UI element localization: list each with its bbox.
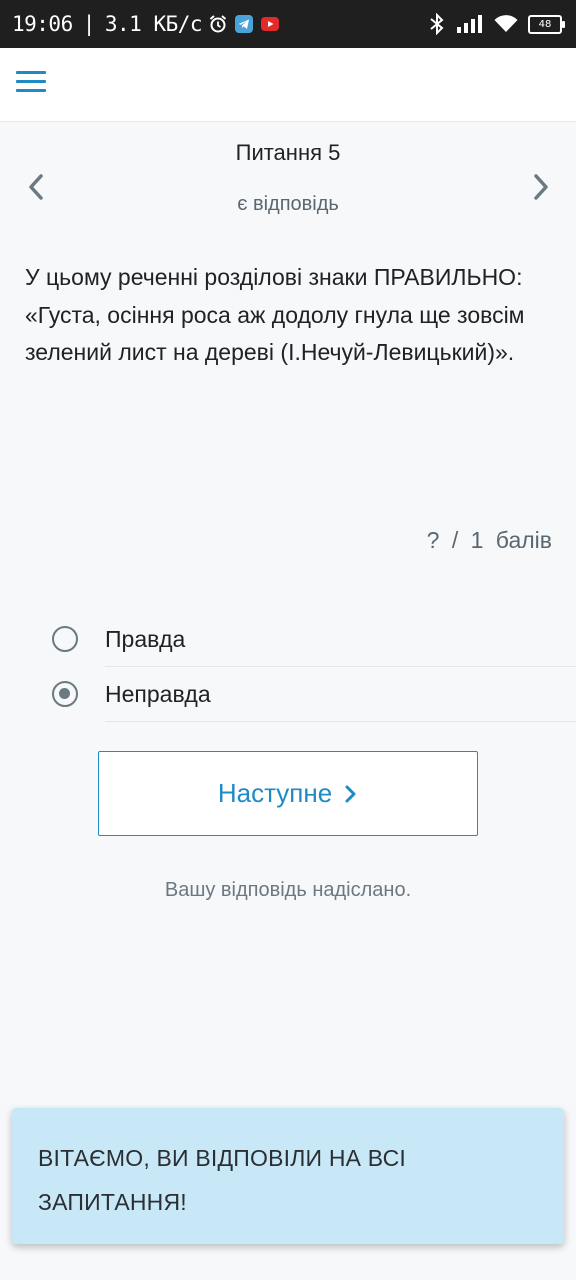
radio-button-icon[interactable] xyxy=(52,626,78,652)
option-true[interactable]: Правда xyxy=(50,612,576,667)
next-question-chevron-icon[interactable] xyxy=(525,172,555,202)
question-status: є відповідь xyxy=(237,193,339,215)
next-button[interactable]: Наступне xyxy=(98,751,478,836)
bluetooth-icon xyxy=(430,13,444,35)
hamburger-menu-icon[interactable] xyxy=(16,71,46,97)
question-points: ? / 1 балів xyxy=(426,527,552,553)
option-false[interactable]: Неправда xyxy=(50,667,576,722)
divider xyxy=(105,721,576,722)
signal-icon xyxy=(457,15,482,33)
question-text: У цьому реченні розділові знаки ПРАВИЛЬН… xyxy=(25,264,525,365)
status-bar-right: 48 xyxy=(428,13,565,35)
toast-text: ВІТАЄМО, ВИ ВІДПОВІЛИ НА ВСІ ЗАПИТАННЯ! xyxy=(38,1145,406,1215)
youtube-icon xyxy=(261,17,280,31)
option-label: Правда xyxy=(105,626,186,652)
network-speed: 3.1 КБ/с xyxy=(104,12,203,36)
completion-toast: ВІТАЄМО, ВИ ВІДПОВІЛИ НА ВСІ ЗАПИТАННЯ! xyxy=(12,1108,564,1244)
status-separator: | xyxy=(82,12,96,36)
next-button-label: Наступне xyxy=(217,778,333,808)
question-title: Питання 5 xyxy=(235,140,341,165)
battery-level: 48 xyxy=(538,18,552,30)
telegram-icon xyxy=(235,15,254,33)
wifi-icon xyxy=(494,15,518,32)
option-label: Неправда xyxy=(105,681,211,707)
chevron-right-icon xyxy=(345,785,356,802)
clock: 19:06 xyxy=(12,12,73,36)
status-bar-left: 19:06 | 3.1 КБ/с xyxy=(12,10,280,38)
notification-icons xyxy=(208,14,280,34)
status-bar: 19:06 | 3.1 КБ/с 48 xyxy=(0,0,576,48)
answer-options: Правда Неправда xyxy=(50,612,576,722)
battery-icon: 48 xyxy=(528,14,565,34)
radio-button-checked-icon[interactable] xyxy=(52,681,78,707)
app-bar xyxy=(0,48,576,122)
alarm-icon xyxy=(209,15,227,33)
answer-submitted-message: Вашу відповідь надіслано. xyxy=(164,879,412,901)
